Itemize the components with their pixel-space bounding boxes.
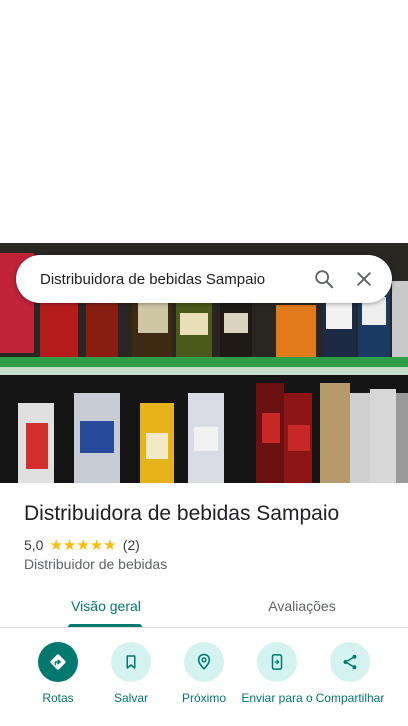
place-title: Distribuidora de bebidas Sampaio — [24, 502, 340, 525]
star-icon: ★ — [89, 536, 104, 554]
nearby-button[interactable]: Próximo — [165, 640, 243, 705]
tab-reviews[interactable]: Avaliações — [230, 584, 374, 628]
send-to-phone-button-circle — [257, 642, 297, 682]
close-icon — [357, 272, 371, 286]
star-icon: ★ — [76, 536, 90, 554]
share-icon — [343, 654, 357, 670]
star-icon: ★ — [103, 536, 117, 554]
directions-button[interactable]: Rotas — [19, 640, 97, 705]
map-area-blank — [0, 0, 408, 243]
rating-value: 5,0 — [24, 537, 44, 553]
place-tabs: Visão geral Avaliações — [0, 584, 408, 628]
send-to-phone-button[interactable]: Enviar para o — [238, 640, 316, 705]
share-button[interactable]: Compartilhar — [311, 640, 389, 705]
bookmark-icon — [126, 655, 136, 669]
save-button-circle — [111, 642, 151, 682]
directions-label: Rotas — [42, 691, 74, 705]
directions-icon — [50, 654, 66, 670]
send-to-phone-icon — [271, 654, 283, 670]
send-to-phone-label: Enviar para o — [241, 691, 313, 705]
nearby-label: Próximo — [181, 691, 226, 705]
directions-button-circle — [38, 642, 78, 682]
action-buttons-row: Rotas Salvar Próximo Enviar para o Compa… — [0, 640, 408, 726]
tab-overview[interactable]: Visão geral — [34, 584, 178, 628]
star-rating: ★ ★ ★ ★ ★ — [49, 538, 116, 553]
nearby-button-circle — [184, 642, 224, 682]
search-input[interactable]: Distribuidora de bebidas Sampaio — [40, 271, 304, 288]
save-label: Salvar — [113, 691, 148, 705]
save-button[interactable]: Salvar — [92, 640, 170, 705]
search-bar[interactable]: Distribuidora de bebidas Sampaio — [16, 255, 392, 303]
share-button-circle — [330, 642, 370, 682]
nearby-icon — [197, 653, 211, 670]
selected-tab-indicator — [68, 624, 142, 627]
search-button[interactable] — [304, 259, 344, 299]
review-count: (2) — [122, 537, 140, 553]
place-category[interactable]: Distribuidor de bebidas — [24, 556, 167, 572]
search-icon — [315, 270, 334, 289]
clear-search-button[interactable] — [344, 259, 384, 299]
star-icon: ★ — [49, 536, 63, 554]
star-icon: ★ — [62, 536, 77, 554]
share-label: Compartilhar — [315, 691, 385, 705]
rating-row[interactable]: 5,0 ★ ★ ★ ★ ★ (2) — [24, 536, 140, 554]
